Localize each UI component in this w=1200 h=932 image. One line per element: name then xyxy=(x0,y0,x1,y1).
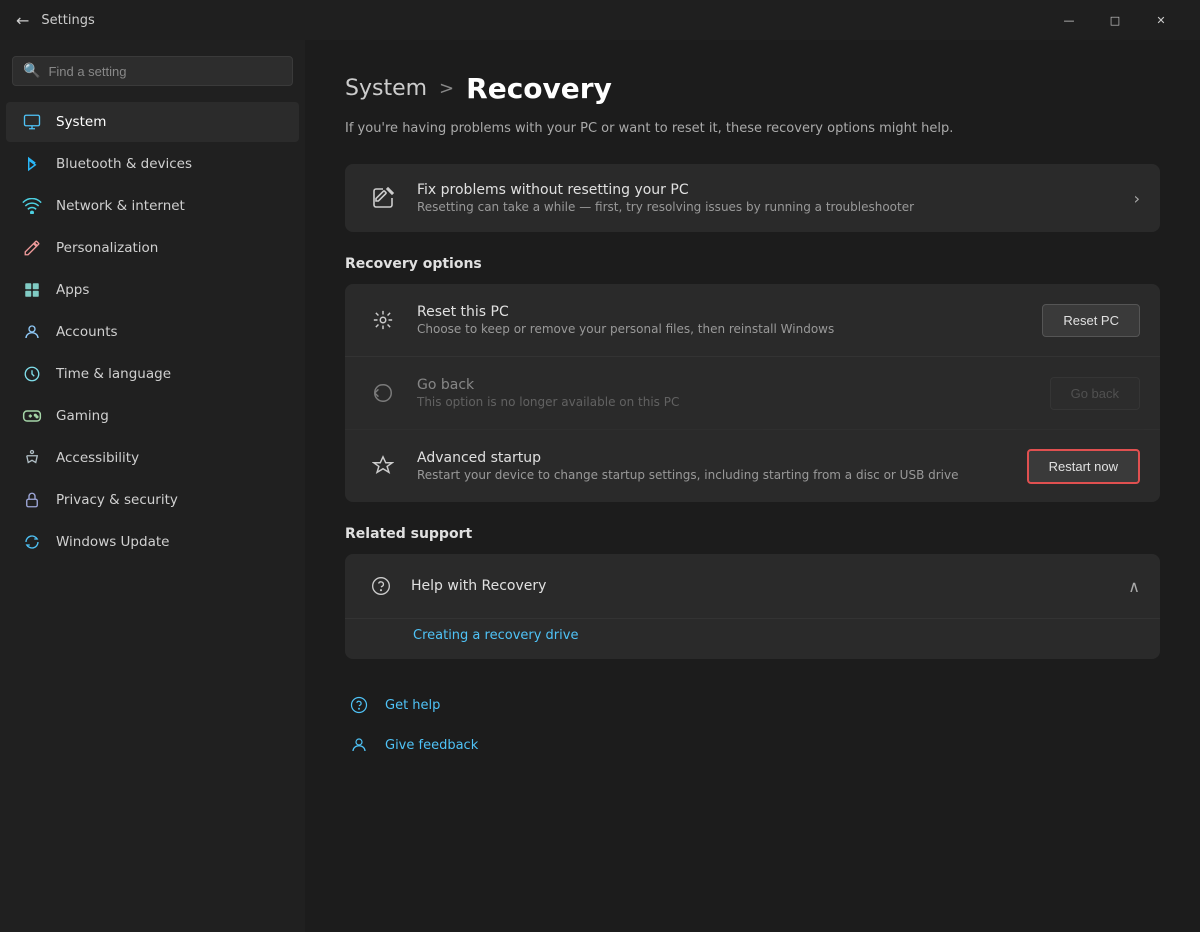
privacy-icon xyxy=(22,490,42,510)
reset-pc-icon xyxy=(365,302,401,338)
fix-problems-icon xyxy=(365,180,401,216)
sidebar-label-apps: Apps xyxy=(56,282,89,298)
option-go-back: Go back This option is no longer availab… xyxy=(345,357,1160,430)
help-recovery-label: Help with Recovery xyxy=(411,578,1128,594)
update-icon xyxy=(22,532,42,552)
close-button[interactable]: ✕ xyxy=(1138,4,1184,36)
sidebar-item-time[interactable]: Time & language xyxy=(6,354,299,394)
titlebar: ← Settings — □ ✕ xyxy=(0,0,1200,40)
sidebar-item-bluetooth[interactable]: Bluetooth & devices xyxy=(6,144,299,184)
fix-problems-text: Fix problems without resetting your PC R… xyxy=(417,182,1134,214)
sidebar-label-bluetooth: Bluetooth & devices xyxy=(56,156,192,172)
search-input[interactable] xyxy=(48,64,282,79)
gaming-icon xyxy=(22,406,42,426)
reset-pc-button[interactable]: Reset PC xyxy=(1042,304,1140,337)
get-help-icon xyxy=(345,691,373,719)
advanced-startup-icon xyxy=(365,448,401,484)
go-back-title: Go back xyxy=(417,377,1050,393)
window-controls: — □ ✕ xyxy=(1046,4,1184,36)
get-help-label[interactable]: Get help xyxy=(385,698,440,713)
option-reset-pc: Reset this PC Choose to keep or remove y… xyxy=(345,284,1160,357)
breadcrumb: System > Recovery xyxy=(345,72,1160,105)
sidebar-label-privacy: Privacy & security xyxy=(56,492,178,508)
sidebar-item-privacy[interactable]: Privacy & security xyxy=(6,480,299,520)
related-support-heading: Related support xyxy=(345,526,1160,542)
go-back-icon xyxy=(365,375,401,411)
sidebar-item-update[interactable]: Windows Update xyxy=(6,522,299,562)
reset-pc-desc: Choose to keep or remove your personal f… xyxy=(417,322,1042,336)
support-content: Creating a recovery drive xyxy=(345,618,1160,659)
app-body: 🔍 System Bluetooth & devices Network & i… xyxy=(0,40,1200,932)
sidebar-item-apps[interactable]: Apps xyxy=(6,270,299,310)
advanced-startup-title: Advanced startup xyxy=(417,450,1027,466)
page-subtitle: If you're having problems with your PC o… xyxy=(345,121,1160,136)
sidebar-label-system: System xyxy=(56,114,106,130)
network-icon xyxy=(22,196,42,216)
go-back-button[interactable]: Go back xyxy=(1050,377,1140,410)
get-help-row[interactable]: Get help xyxy=(345,691,1160,719)
creating-recovery-drive-link[interactable]: Creating a recovery drive xyxy=(413,628,578,643)
go-back-desc: This option is no longer available on th… xyxy=(417,395,1050,409)
option-advanced-startup: Advanced startup Restart your device to … xyxy=(345,430,1160,502)
app-title: Settings xyxy=(41,13,1046,28)
sidebar-item-network[interactable]: Network & internet xyxy=(6,186,299,226)
sidebar-label-update: Windows Update xyxy=(56,534,169,550)
reset-pc-text: Reset this PC Choose to keep or remove y… xyxy=(417,304,1042,336)
restart-now-button[interactable]: Restart now xyxy=(1027,449,1140,484)
give-feedback-label[interactable]: Give feedback xyxy=(385,738,478,753)
help-recovery-icon xyxy=(365,570,397,602)
fix-problems-desc: Resetting can take a while — first, try … xyxy=(417,200,1134,214)
sidebar-item-personalization[interactable]: Personalization xyxy=(6,228,299,268)
give-feedback-icon xyxy=(345,731,373,759)
maximize-button[interactable]: □ xyxy=(1092,4,1138,36)
sidebar-label-personalization: Personalization xyxy=(56,240,158,256)
sidebar-label-gaming: Gaming xyxy=(56,408,109,424)
sidebar-item-accessibility[interactable]: Accessibility xyxy=(6,438,299,478)
accounts-icon xyxy=(22,322,42,342)
system-icon xyxy=(22,112,42,132)
advanced-startup-text: Advanced startup Restart your device to … xyxy=(417,450,1027,482)
footer-links: Get help Give feedback xyxy=(345,683,1160,759)
fix-chevron-icon: › xyxy=(1134,189,1140,208)
recovery-options-card: Reset this PC Choose to keep or remove y… xyxy=(345,284,1160,502)
fix-problems-card[interactable]: Fix problems without resetting your PC R… xyxy=(345,164,1160,232)
sidebar-item-system[interactable]: System xyxy=(6,102,299,142)
help-with-recovery-row[interactable]: Help with Recovery ∧ xyxy=(345,554,1160,618)
sidebar-item-accounts[interactable]: Accounts xyxy=(6,312,299,352)
sidebar-label-accounts: Accounts xyxy=(56,324,118,340)
advanced-startup-desc: Restart your device to change startup se… xyxy=(417,468,1027,482)
page-title: Recovery xyxy=(466,72,612,105)
sidebar-label-network: Network & internet xyxy=(56,198,185,214)
search-bar[interactable]: 🔍 xyxy=(12,56,293,86)
give-feedback-row[interactable]: Give feedback xyxy=(345,731,1160,759)
go-back-text: Go back This option is no longer availab… xyxy=(417,377,1050,409)
breadcrumb-parent[interactable]: System xyxy=(345,76,427,101)
help-recovery-chevron: ∧ xyxy=(1128,577,1140,596)
search-icon: 🔍 xyxy=(23,63,40,79)
main-content: System > Recovery If you're having probl… xyxy=(305,40,1200,932)
sidebar: 🔍 System Bluetooth & devices Network & i… xyxy=(0,40,305,932)
back-button[interactable]: ← xyxy=(16,11,29,30)
fix-problems-title: Fix problems without resetting your PC xyxy=(417,182,1134,198)
bluetooth-icon xyxy=(22,154,42,174)
personalization-icon xyxy=(22,238,42,258)
recovery-options-heading: Recovery options xyxy=(345,256,1160,272)
reset-pc-title: Reset this PC xyxy=(417,304,1042,320)
time-icon xyxy=(22,364,42,384)
related-support-card: Help with Recovery ∧ Creating a recovery… xyxy=(345,554,1160,659)
sidebar-label-time: Time & language xyxy=(56,366,171,382)
apps-icon xyxy=(22,280,42,300)
sidebar-item-gaming[interactable]: Gaming xyxy=(6,396,299,436)
breadcrumb-arrow: > xyxy=(439,78,454,99)
minimize-button[interactable]: — xyxy=(1046,4,1092,36)
accessibility-icon xyxy=(22,448,42,468)
sidebar-label-accessibility: Accessibility xyxy=(56,450,139,466)
